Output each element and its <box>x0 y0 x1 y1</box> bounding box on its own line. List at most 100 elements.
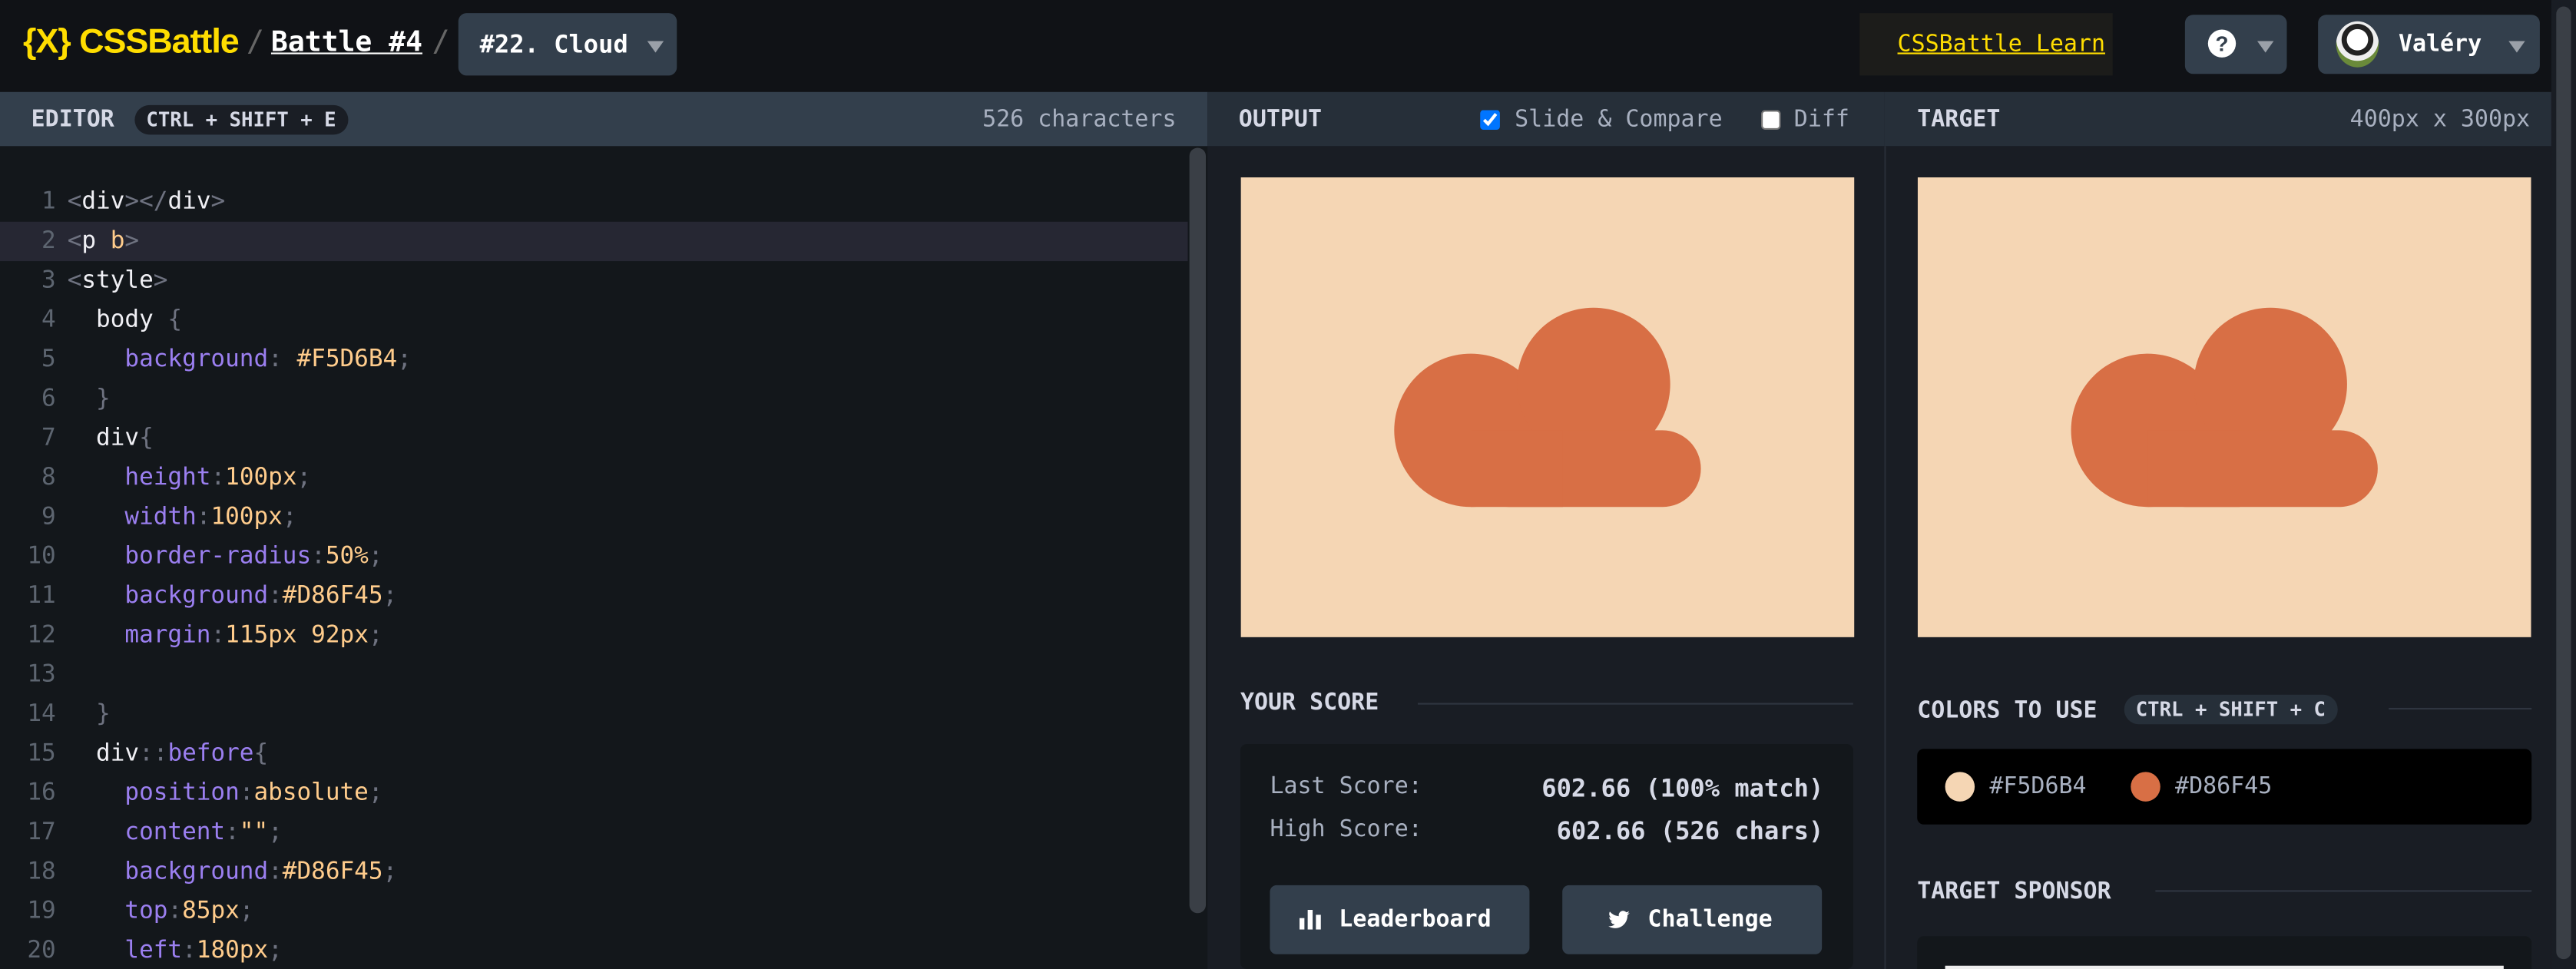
line-number: 20 <box>27 938 56 964</box>
code-token: : <box>210 465 226 491</box>
code-token: > <box>210 188 226 216</box>
sponsor-card[interactable] <box>1917 936 2532 969</box>
code-token: style <box>81 267 154 294</box>
code-line[interactable]: 2 <p b> <box>0 221 1188 262</box>
code-token: 180px <box>196 938 269 964</box>
code-line[interactable]: 8 height:100px; <box>0 458 1187 498</box>
code-token: : <box>268 583 283 610</box>
slide-compare-checkbox[interactable] <box>1480 110 1500 130</box>
user-menu-button[interactable]: Valéry <box>2318 15 2540 74</box>
learn-link[interactable]: CSSBattle Learn <box>1859 13 2113 76</box>
code-token: body <box>67 306 168 334</box>
code-token: div <box>67 740 140 767</box>
page-scrollbar[interactable] <box>2551 0 2576 969</box>
line-number: 2 <box>41 228 56 255</box>
code-line[interactable]: 19 top:85px; <box>0 891 1187 931</box>
output-header: OUTPUT Slide & Compare Diff <box>1207 91 1885 147</box>
code-token: position <box>67 780 240 807</box>
color-swatch[interactable] <box>2131 772 2160 802</box>
editor-scrollbar[interactable] <box>1187 146 1207 918</box>
code-token: ; <box>382 858 398 885</box>
line-number: 8 <box>41 465 56 491</box>
code-token: b <box>110 228 125 255</box>
code-token: : <box>167 898 183 925</box>
chevron-down-icon <box>647 41 664 53</box>
target-header: TARGET 400px x 300px <box>1884 91 2551 147</box>
diff-checkbox[interactable] <box>1761 110 1781 130</box>
code-text: background: #F5D6B4; <box>68 340 412 379</box>
code-text: height:100px; <box>68 458 312 498</box>
line-number: 19 <box>27 898 56 925</box>
chevron-down-icon <box>2256 41 2274 53</box>
line-number: 15 <box>27 740 56 767</box>
help-menu-button[interactable]: ? <box>2184 15 2287 74</box>
challenge-button[interactable]: Challenge <box>1562 885 1823 954</box>
code-line[interactable]: 1 <div></div> <box>0 182 1187 221</box>
line-number: 6 <box>41 385 56 412</box>
code-token: ; <box>368 780 383 807</box>
code-line[interactable]: 12 margin:115px 92px; <box>0 616 1187 655</box>
leaderboard-button[interactable]: Leaderboard <box>1270 885 1530 954</box>
code-line[interactable]: 16 position:absolute; <box>0 773 1187 812</box>
output-preview[interactable] <box>1240 177 1855 637</box>
last-score: 602.66 (100% match) <box>1541 773 1824 803</box>
code-token: > <box>124 228 140 255</box>
code-token: : <box>210 622 226 649</box>
code-text: top:85px; <box>68 891 254 931</box>
code-token: : <box>182 938 197 964</box>
code-line[interactable]: 4 body { <box>0 300 1187 339</box>
code-token: border-radius <box>67 544 312 570</box>
code-text: margin:115px 92px; <box>67 616 382 655</box>
target-panel: COLORS TO USE CTRL + SHIFT + C #F5D6B4 #… <box>1886 146 2551 969</box>
top-header: {X} CSSBattle / Battle #4 / #22. Cloud C… <box>0 0 2576 92</box>
code-text: width:100px; <box>67 498 297 537</box>
code-line[interactable]: 17 content:""; <box>0 813 1187 852</box>
code-line[interactable]: 13 <box>0 655 1187 694</box>
target-dimensions: 400px x 300px <box>2349 107 2531 134</box>
line-number: 9 <box>41 504 56 531</box>
code-token: background <box>67 858 269 885</box>
code-line[interactable]: 15 div::before{ <box>0 734 1187 773</box>
code-token: 100px <box>210 504 283 531</box>
line-number: 14 <box>27 701 56 728</box>
line-number: 4 <box>41 306 56 334</box>
code-line[interactable]: 20 left:180px; <box>0 931 1187 969</box>
line-number: 5 <box>41 346 56 373</box>
code-editor[interactable]: 1 <div></div> 2 <p b> 3 <style> 4 body {5 back… <box>0 146 1208 969</box>
code-token: absolute <box>253 780 369 807</box>
code-line[interactable]: 14 } <box>0 695 1187 734</box>
code-text: position:absolute; <box>67 773 383 812</box>
code-token: #D86F45 <box>282 583 383 610</box>
color-swatch[interactable] <box>1945 772 1975 802</box>
code-token: margin <box>67 622 211 649</box>
code-line[interactable]: 5 background: #F5D6B4; <box>0 340 1187 379</box>
battle-link[interactable]: Battle #4 <box>271 26 422 59</box>
code-line[interactable]: 9 width:100px; <box>0 498 1187 537</box>
code-line[interactable]: 7 div{ <box>0 418 1187 458</box>
code-token: ></ <box>124 188 168 216</box>
line-number: 11 <box>27 583 56 610</box>
target-preview <box>1917 177 2531 637</box>
code-line[interactable]: 6 } <box>0 379 1187 418</box>
code-line[interactable]: 11 background:#D86F45; <box>0 577 1187 616</box>
code-line[interactable]: 18 background:#D86F45; <box>0 852 1187 891</box>
line-number: 17 <box>27 819 56 846</box>
code-token: width <box>67 504 197 531</box>
code-token: ; <box>397 346 412 373</box>
code-token: ; <box>239 898 254 925</box>
code-token: ; <box>268 938 283 964</box>
level-select[interactable]: #22. Cloud <box>458 13 677 76</box>
code-token: : <box>196 504 211 531</box>
cssbattle-logo[interactable]: {X} CSSBattle <box>23 23 240 62</box>
bar-chart-icon <box>1299 910 1321 930</box>
code-text: <p b> <box>68 222 139 261</box>
code-token: before <box>167 740 254 767</box>
code-line[interactable]: 3 <style> <box>0 261 1187 300</box>
cssbattle-app: {X} CSSBattle / Battle #4 / #22. Cloud C… <box>0 0 2576 969</box>
code-text: background:#D86F45; <box>68 577 397 616</box>
code-token: : <box>268 858 283 885</box>
code-text: background:#D86F45; <box>67 852 398 891</box>
code-token: ; <box>282 504 297 531</box>
code-token: ; <box>296 465 312 491</box>
code-line[interactable]: 10 border-radius:50%; <box>0 537 1187 576</box>
